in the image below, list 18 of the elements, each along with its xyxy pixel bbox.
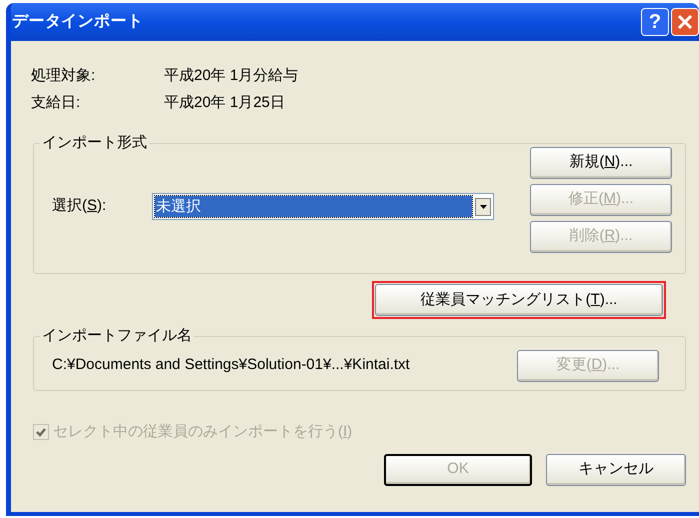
- field-label: 支給日:: [31, 92, 82, 112]
- help-button[interactable]: ?: [641, 8, 669, 36]
- field-label: 処理対象:: [31, 66, 96, 86]
- group-legend: インポートファイル名: [40, 325, 194, 348]
- group-legend: インポート形式: [40, 132, 149, 154]
- close-button[interactable]: [671, 8, 699, 36]
- dropdown-value: 未選択: [155, 196, 472, 217]
- close-icon: [676, 13, 694, 31]
- file-path: C:¥Documents and Settings¥Solution-01¥...¥Kintai.txt: [51, 355, 411, 376]
- window-title: データインポート: [12, 12, 144, 32]
- field-value: 平成20年 1月分給与: [164, 66, 298, 86]
- checkbox-label: セレクト中の従業員のみインポートを行う(I): [53, 422, 352, 442]
- matching-list-button[interactable]: 従業員マッチングリスト(T)...: [375, 284, 663, 316]
- format-button[interactable]: 新規(N)...: [530, 146, 672, 178]
- format-dropdown[interactable]: 未選択: [152, 193, 494, 220]
- select-label: 選択(S):: [52, 196, 108, 216]
- field-value: 平成20年 1月25日: [164, 92, 285, 112]
- dialog-button[interactable]: キャンセル: [546, 454, 686, 486]
